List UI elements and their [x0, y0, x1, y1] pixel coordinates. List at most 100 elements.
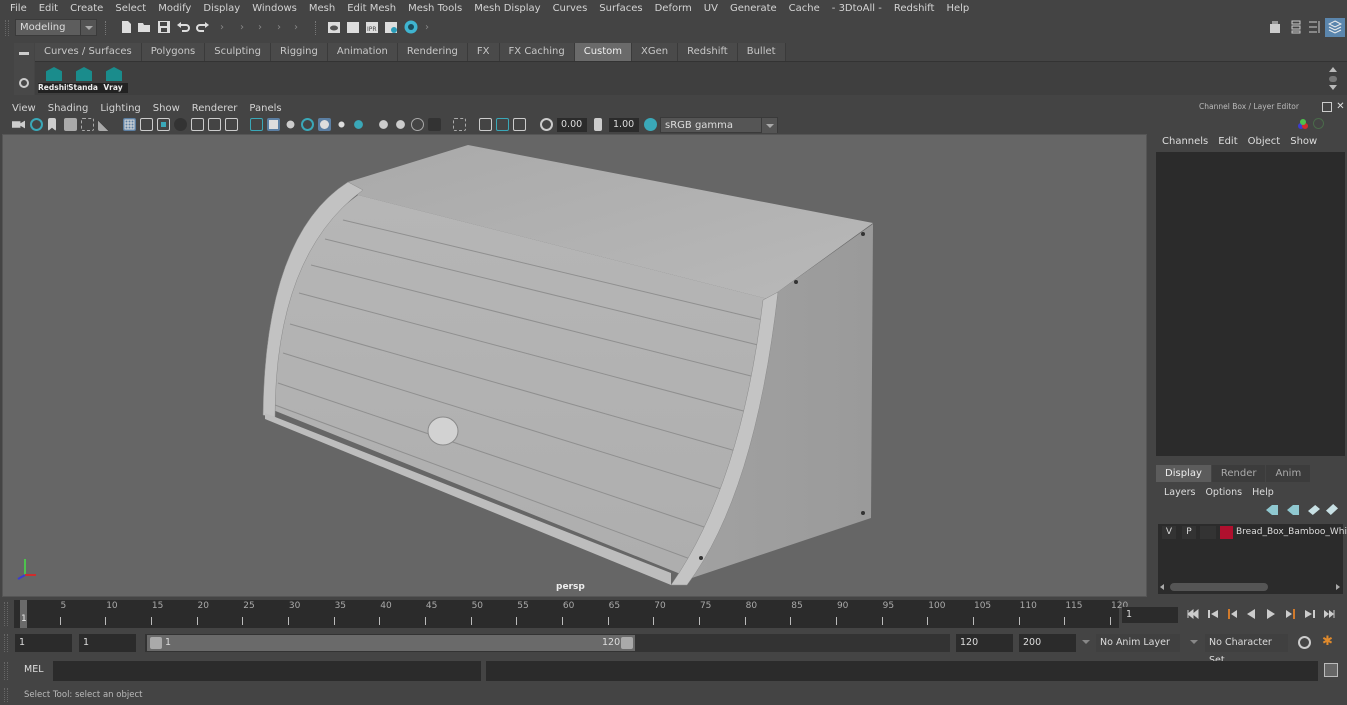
scroll-down-icon[interactable] [1329, 85, 1337, 90]
layer-menu-help[interactable]: Help [1247, 487, 1279, 498]
bread-box-model[interactable] [3, 135, 1147, 597]
go-to-end-icon[interactable] [1323, 608, 1335, 620]
go-to-start-icon[interactable] [1187, 608, 1199, 620]
close-icon[interactable]: ✕ [1335, 101, 1346, 112]
menu-mesh[interactable]: Mesh [303, 3, 341, 14]
layer-tab-anim[interactable]: Anim [1266, 465, 1311, 482]
motion-blur-icon[interactable] [377, 118, 390, 131]
modeling-toolkit-icon[interactable] [1268, 20, 1282, 34]
textured-icon[interactable] [301, 118, 314, 131]
menu-help[interactable]: Help [940, 3, 975, 14]
menu-select[interactable]: Select [109, 3, 152, 14]
step-back-frame-icon[interactable] [1226, 608, 1238, 620]
color-management-icon[interactable] [644, 118, 657, 131]
shelf-tab-fx-caching[interactable]: FX Caching [499, 43, 575, 61]
menu-generate[interactable]: Generate [724, 3, 783, 14]
current-frame-field[interactable]: 1 [1122, 607, 1178, 623]
shelf-tab-xgen[interactable]: XGen [632, 43, 679, 61]
menu-mesh-tools[interactable]: Mesh Tools [402, 3, 468, 14]
playback-start-field[interactable]: 1 [79, 634, 136, 652]
collapse-separator[interactable]: › [258, 21, 264, 35]
float-panel-icon[interactable] [1322, 102, 1332, 112]
channel-menu-channels[interactable]: Channels [1157, 136, 1213, 147]
channel-menu-show[interactable]: Show [1285, 136, 1322, 147]
save-scene-icon[interactable] [157, 20, 171, 34]
create-layer-from-selected-icon[interactable] [1326, 504, 1338, 515]
bookmark-icon[interactable] [48, 118, 56, 131]
ipr-render-icon[interactable]: IPR [365, 20, 379, 34]
viewport-menu-renderer[interactable]: Renderer [186, 103, 244, 114]
render-frame-icon[interactable] [346, 20, 360, 34]
shelf-button-redshift[interactable]: Redshif [38, 65, 68, 93]
scroll-thumb[interactable] [1329, 76, 1337, 82]
grease-pencil-icon[interactable] [98, 118, 111, 131]
range-grip[interactable] [4, 634, 8, 652]
menu-mesh-display[interactable]: Mesh Display [468, 3, 546, 14]
time-slider[interactable]: 1 5 10 15 20 25 30 35 40 45 50 55 60 65 70 75 80 85 90 95 1… [14, 600, 1128, 628]
channel-box-toggle-button[interactable] [1325, 18, 1345, 37]
range-slider-track[interactable]: 1 120 [145, 634, 950, 652]
workspace-dropdown[interactable]: Modeling [15, 19, 97, 36]
collapse-separator[interactable]: › [240, 21, 246, 35]
shelf-tab-sculpting[interactable]: Sculpting [205, 43, 271, 61]
channel-menu-object[interactable]: Object [1243, 136, 1286, 147]
viewport-menu-shading[interactable]: Shading [42, 103, 95, 114]
exposure-field[interactable]: 0.00 [557, 118, 587, 132]
shelf-tab-rigging[interactable]: Rigging [270, 43, 328, 61]
shelf-tab-custom[interactable]: Custom [574, 43, 633, 61]
xray-icon[interactable] [428, 118, 441, 131]
layer-playback-toggle[interactable]: P [1182, 526, 1196, 539]
step-forward-key-icon[interactable] [1304, 608, 1316, 620]
collapse-separator[interactable]: › [277, 21, 283, 35]
shelf-collapse-icon[interactable] [19, 52, 29, 55]
redo-icon[interactable] [196, 20, 210, 34]
tool-settings-icon[interactable] [1307, 20, 1321, 34]
xray-active-icon[interactable] [496, 118, 509, 131]
grid-toggle-icon[interactable] [123, 118, 136, 131]
layer-menu-layers[interactable]: Layers [1159, 487, 1200, 498]
menu-display[interactable]: Display [197, 3, 246, 14]
render-settings-icon[interactable] [384, 20, 398, 34]
safe-action-icon[interactable] [208, 118, 221, 131]
menu-uv[interactable]: UV [698, 3, 724, 14]
menu-windows[interactable]: Windows [246, 3, 303, 14]
scroll-left-icon[interactable] [1160, 584, 1164, 590]
move-layer-down-icon[interactable] [1287, 505, 1299, 515]
render-view-icon[interactable] [327, 20, 341, 34]
channel-menu-edit[interactable]: Edit [1213, 136, 1242, 147]
camera-icon[interactable] [12, 120, 25, 129]
3d-viewport[interactable]: persp [2, 134, 1147, 597]
layer-name[interactable]: Bread_Box_Bamboo_Whi [1236, 526, 1347, 539]
shelf-tab-redshift[interactable]: Redshift [678, 43, 738, 61]
viewport-menu-panels[interactable]: Panels [243, 103, 287, 114]
shelf-button-vray[interactable]: Vray [98, 65, 128, 93]
animation-end-field[interactable]: 200 [1019, 634, 1076, 652]
menu-curves[interactable]: Curves [547, 3, 594, 14]
command-language-toggle[interactable]: MEL [24, 664, 44, 675]
menu-surfaces[interactable]: Surfaces [593, 3, 648, 14]
script-editor-icon[interactable] [1324, 663, 1338, 677]
collapse-separator[interactable]: › [425, 21, 431, 35]
menu-file[interactable]: File [4, 3, 33, 14]
resolution-gate-icon[interactable] [157, 118, 170, 131]
play-backward-icon[interactable] [1245, 608, 1257, 620]
range-end-handle[interactable] [621, 637, 633, 649]
character-set-dropdown[interactable]: No Character Set [1205, 634, 1288, 666]
toolbar-grip[interactable] [5, 20, 9, 36]
chevron-down-icon[interactable] [1190, 640, 1198, 644]
safe-title-icon[interactable] [225, 118, 238, 131]
layer-display-type[interactable] [1200, 526, 1216, 539]
command-grip[interactable] [4, 662, 8, 680]
layer-list-hscrollbar[interactable] [1160, 582, 1341, 592]
auto-key-icon[interactable] [1298, 636, 1311, 649]
create-empty-layer-icon[interactable] [1308, 505, 1320, 515]
manipulator-icon[interactable] [1296, 117, 1310, 131]
depth-of-field-icon[interactable] [411, 118, 424, 131]
command-input[interactable] [53, 661, 481, 681]
shelf-tab-curves-surfaces[interactable]: Curves / Surfaces [35, 43, 142, 61]
step-back-key-icon[interactable] [1207, 608, 1219, 620]
menu-deform[interactable]: Deform [649, 3, 698, 14]
shelf-tab-polygons[interactable]: Polygons [141, 43, 206, 61]
animation-start-field[interactable]: 1 [15, 634, 72, 652]
layer-visibility-toggle[interactable]: V [1162, 526, 1176, 539]
